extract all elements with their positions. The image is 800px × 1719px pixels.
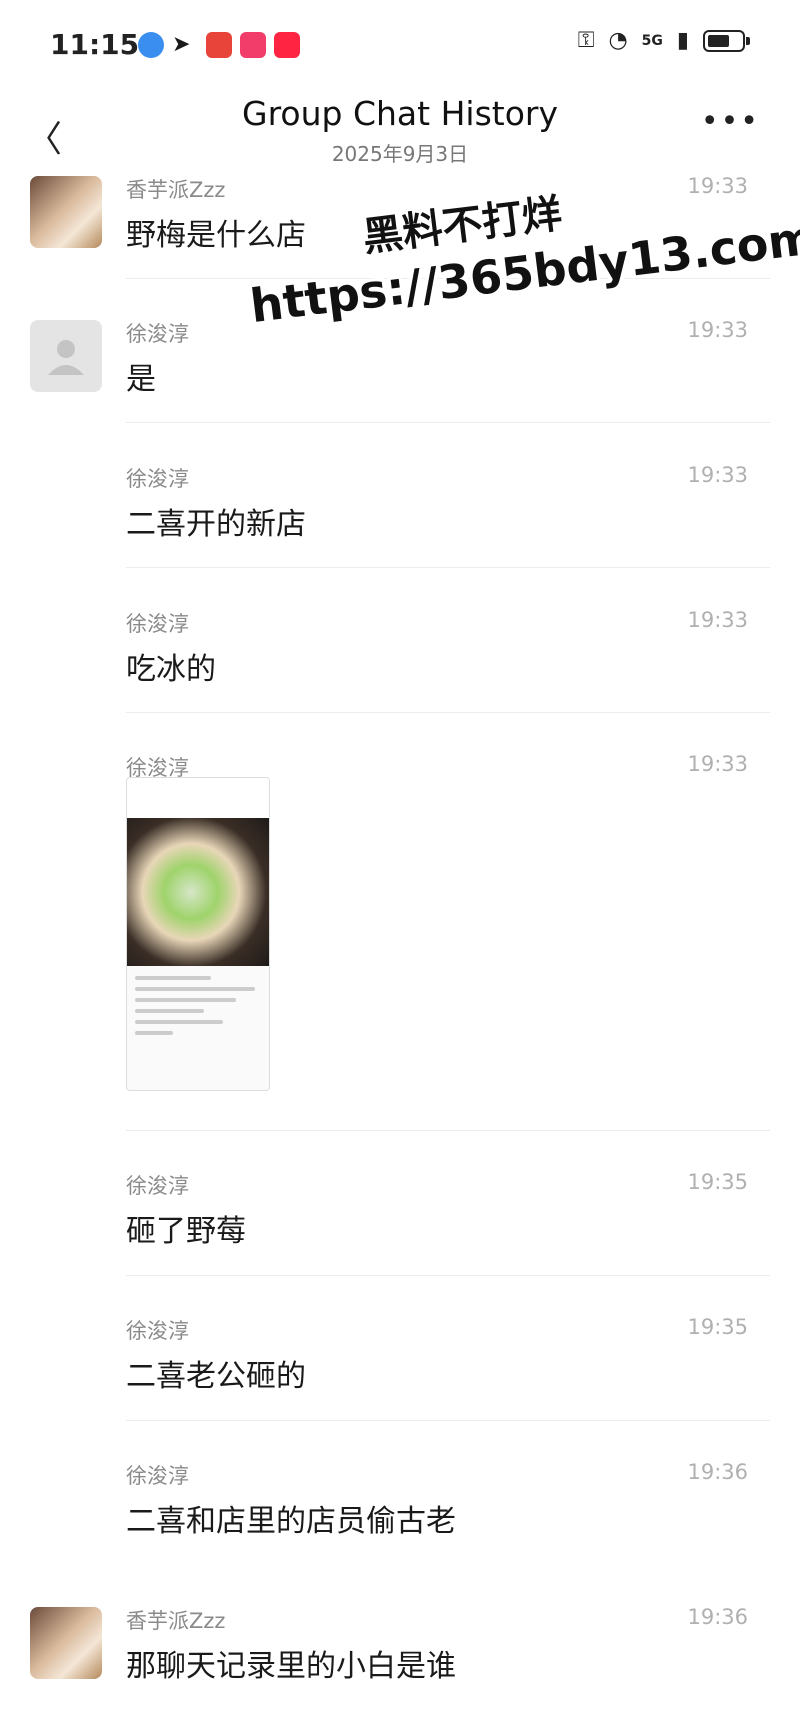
telegram-icon: ➤ (172, 32, 191, 57)
status-bar: 11:15 ➤ ⚿ ◔ 5G ▮ (0, 0, 800, 90)
avatar[interactable] (30, 320, 102, 392)
message-text: 是 (126, 362, 156, 397)
sender-name: 徐浚淳 (126, 1464, 189, 1488)
message-time: 19:35 (687, 1170, 748, 1194)
message-text: 二喜老公砸的 (126, 1359, 306, 1394)
network-label: 5G (641, 32, 663, 49)
notification-icons: ➤ (138, 32, 300, 58)
chat-message: 徐浚淳 19:33 (0, 752, 800, 792)
divider (126, 1420, 770, 1421)
chat-message: 徐浚淳 19:33 吃冰的 (0, 608, 800, 748)
chat-message: 徐浚淳 19:35 砸了野莓 (0, 1170, 800, 1310)
divider (126, 712, 770, 713)
status-time: 11:15 (50, 28, 140, 61)
message-text: 二喜和店里的店员偷古老 (126, 1504, 456, 1539)
message-text: 砸了野莓 (126, 1214, 246, 1249)
sender-name: 徐浚淳 (126, 322, 189, 346)
avatar[interactable] (30, 1607, 102, 1679)
chat-message: 香芋派Zzz 19:36 那聊天记录里的小白是谁 (0, 1605, 800, 1715)
message-text: 那聊天记录里的小白是谁 (126, 1649, 456, 1684)
message-time: 19:33 (687, 608, 748, 632)
user-icon (48, 340, 84, 375)
chat-message: 徐浚淳 19:36 二喜和店里的店员偷古老 (0, 1460, 800, 1600)
avatar[interactable] (30, 176, 102, 248)
image-caption-lines (135, 976, 261, 1042)
image-topbar (127, 778, 269, 819)
message-text: 吃冰的 (126, 652, 216, 687)
message-time: 19:36 (687, 1605, 748, 1629)
divider (126, 1275, 770, 1276)
wifi-icon: ◔ (608, 28, 628, 53)
sender-name: 徐浚淳 (126, 612, 189, 636)
message-image[interactable] (126, 777, 270, 1091)
message-text: 二喜开的新店 (126, 507, 306, 542)
more-icon[interactable]: ••• (701, 104, 760, 139)
signal-icon: ▮ (676, 28, 689, 53)
chat-message: 徐浚淳 19:33 二喜开的新店 (0, 463, 800, 603)
page-subtitle: 2025年9月3日 (331, 142, 469, 166)
sender-name: 徐浚淳 (126, 1319, 189, 1343)
message-time: 19:33 (687, 318, 748, 342)
divider (126, 567, 770, 568)
sender-name: 香芋派Zzz (126, 1609, 226, 1633)
battery-icon (703, 29, 750, 52)
app-icon (206, 32, 232, 58)
play-icon (240, 32, 266, 58)
status-right: ⚿ ◔ 5G ▮ (577, 28, 750, 53)
message-time: 19:36 (687, 1460, 748, 1484)
sender-name: 香芋派Zzz (126, 178, 226, 202)
divider (126, 422, 770, 423)
key-icon: ⚿ (577, 28, 595, 53)
chat-message: 徐浚淳 19:35 二喜老公砸的 (0, 1315, 800, 1455)
chat-message: 徐浚淳 19:33 是 (0, 318, 800, 458)
message-time: 19:33 (687, 752, 748, 776)
message-time: 19:35 (687, 1315, 748, 1339)
xiaohongshu-icon (274, 32, 300, 58)
divider (126, 1130, 770, 1131)
dessert-photo (127, 818, 269, 966)
sender-name: 徐浚淳 (126, 1174, 189, 1198)
message-time: 19:33 (687, 463, 748, 487)
nav-bar: 〈 Group Chat History 2025年9月3日 ••• (0, 90, 800, 170)
sender-name: 徐浚淳 (126, 467, 189, 491)
page-title: Group Chat History (242, 94, 558, 133)
app-icon (138, 32, 164, 58)
